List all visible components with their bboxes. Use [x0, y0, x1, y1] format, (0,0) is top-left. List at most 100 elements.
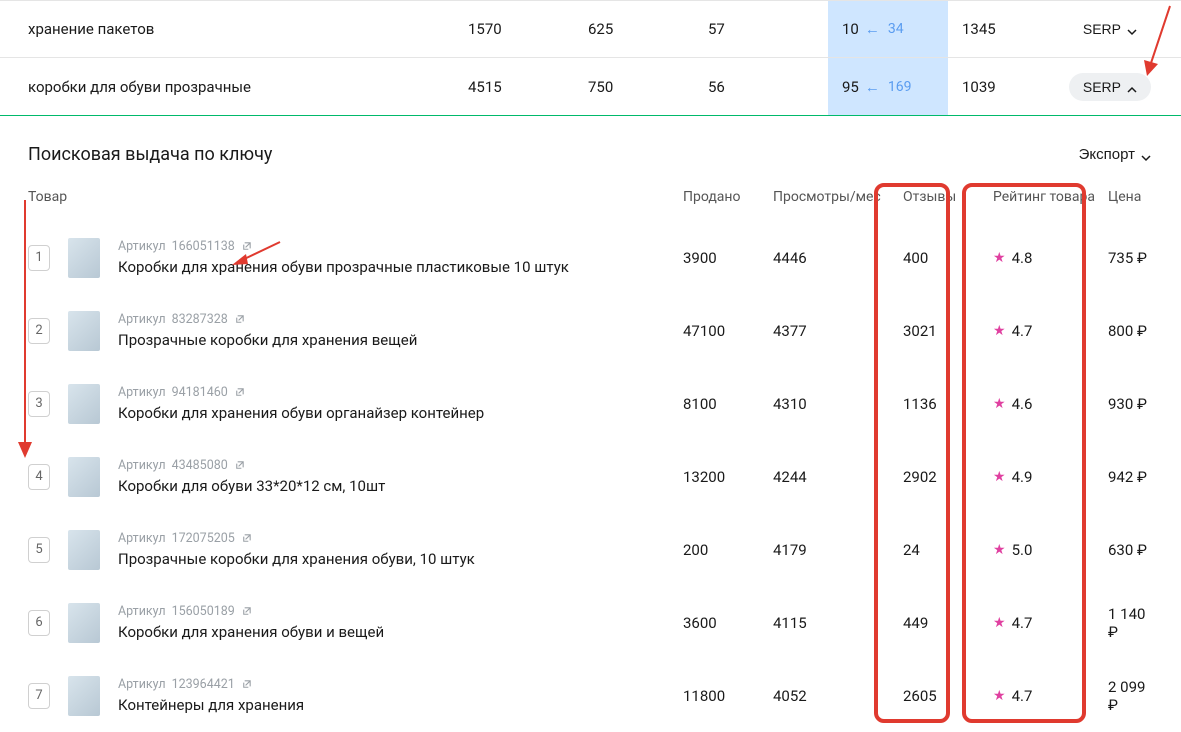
- external-link-icon: [241, 679, 252, 690]
- product-title[interactable]: Контейнеры для хранения: [118, 696, 304, 714]
- serp-toggle-button[interactable]: SERP: [1069, 73, 1151, 101]
- product-sold: 8100: [683, 395, 773, 413]
- sku-value: 166051138: [172, 239, 235, 254]
- product-title[interactable]: Прозрачные коробки для хранения обуви, 1…: [118, 550, 475, 568]
- product-sold: 3600: [683, 614, 773, 632]
- product-rank-badge: 2: [28, 318, 50, 344]
- product-reviews: 449: [903, 614, 993, 632]
- position-previous: 34: [888, 21, 904, 37]
- sku-value: 94181460: [172, 385, 228, 400]
- keyword-metric: 625: [588, 20, 708, 38]
- external-link-icon: [241, 606, 252, 617]
- product-title[interactable]: Коробки для хранения обуви прозрачные пл…: [118, 258, 569, 276]
- product-sold: 200: [683, 541, 773, 559]
- product-title[interactable]: Коробки для хранения обуви и вещей: [118, 623, 384, 641]
- export-button[interactable]: Экспорт: [1079, 146, 1151, 163]
- product-rank-badge: 6: [28, 610, 50, 636]
- keyword-row: хранение пакетов 1570 625 57 10 ← 34 134…: [0, 0, 1181, 58]
- product-views: 4115: [773, 614, 903, 632]
- arrow-left-icon: ←: [865, 20, 880, 38]
- product-row: 7 Артикул 123964421 Контейнеры для хране…: [0, 659, 1181, 732]
- product-views: 4179: [773, 541, 903, 559]
- keyword-metric: 56: [708, 78, 828, 96]
- product-rating: ★ 4.7: [993, 687, 1108, 705]
- product-rating: ★ 4.6: [993, 395, 1108, 413]
- serp-label: SERP: [1083, 21, 1121, 37]
- serp-label: SERP: [1083, 79, 1121, 95]
- external-link-icon: [234, 460, 245, 471]
- keyword-text: коробки для обуви прозрачные: [28, 78, 468, 96]
- star-icon: ★: [993, 323, 1006, 339]
- external-link-icon: [241, 241, 252, 252]
- product-reviews: 1136: [903, 395, 993, 413]
- serp-toggle-button[interactable]: SERP: [1069, 15, 1151, 43]
- product-rank-badge: 1: [28, 245, 50, 271]
- product-price: 630 ₽: [1108, 541, 1151, 559]
- chevron-down-icon: [1141, 150, 1151, 160]
- rating-value: 4.7: [1012, 322, 1033, 340]
- product-title[interactable]: Коробки для хранения обуви органайзер ко…: [118, 404, 484, 422]
- keyword-position-cell: 95 ← 169: [828, 58, 948, 115]
- product-sku-link[interactable]: Артикул 83287328: [118, 312, 417, 327]
- product-row: 5 Артикул 172075205 Прозрачные коробки д…: [0, 513, 1181, 586]
- product-rating: ★ 4.7: [993, 614, 1108, 632]
- product-thumbnail[interactable]: [68, 603, 100, 643]
- product-price: 930 ₽: [1108, 395, 1151, 413]
- product-rank-badge: 3: [28, 391, 50, 417]
- product-row: 2 Артикул 83287328 Прозрачные коробки дл…: [0, 294, 1181, 367]
- sku-value: 83287328: [172, 312, 228, 327]
- product-thumbnail[interactable]: [68, 384, 100, 424]
- product-sku-link[interactable]: Артикул 166051138: [118, 239, 569, 254]
- col-product: Товар: [28, 189, 683, 205]
- product-sku-link[interactable]: Артикул 156050189: [118, 604, 384, 619]
- star-icon: ★: [993, 396, 1006, 412]
- sku-prefix: Артикул: [118, 312, 166, 327]
- product-rank-badge: 5: [28, 537, 50, 563]
- star-icon: ★: [993, 250, 1006, 266]
- product-reviews: 24: [903, 541, 993, 559]
- export-label: Экспорт: [1079, 146, 1135, 163]
- product-row: 3 Артикул 94181460 Коробки для хранения …: [0, 367, 1181, 440]
- product-thumbnail[interactable]: [68, 457, 100, 497]
- product-row: 1 Артикул 166051138 Коробки для хранения…: [0, 221, 1181, 294]
- serp-section-title: Поисковая выдача по ключу: [28, 144, 272, 165]
- rating-value: 4.7: [1012, 614, 1033, 632]
- product-views: 4377: [773, 322, 903, 340]
- sku-prefix: Артикул: [118, 677, 166, 692]
- external-link-icon: [234, 387, 245, 398]
- product-price: 735 ₽: [1108, 249, 1151, 267]
- product-thumbnail[interactable]: [68, 676, 100, 716]
- chevron-up-icon: [1127, 82, 1137, 92]
- product-title[interactable]: Коробки для обуви 33*20*12 см, 10шт: [118, 477, 385, 495]
- rating-value: 4.7: [1012, 687, 1033, 705]
- col-rating: Рейтинг товара: [993, 189, 1108, 205]
- star-icon: ★: [993, 542, 1006, 558]
- product-sku-link[interactable]: Артикул 43485080: [118, 458, 385, 473]
- product-sold: 47100: [683, 322, 773, 340]
- product-reviews: 2902: [903, 468, 993, 486]
- product-rating: ★ 5.0: [993, 541, 1108, 559]
- product-price: 800 ₽: [1108, 322, 1151, 340]
- keyword-position-cell: 10 ← 34: [828, 1, 948, 57]
- product-title[interactable]: Прозрачные коробки для хранения вещей: [118, 331, 417, 349]
- sku-value: 172075205: [172, 531, 235, 546]
- col-reviews: Отзывы: [903, 189, 993, 205]
- product-price: 1 140 ₽: [1108, 605, 1151, 641]
- product-views: 4244: [773, 468, 903, 486]
- sku-value: 43485080: [172, 458, 228, 473]
- product-sku-link[interactable]: Артикул 172075205: [118, 531, 475, 546]
- col-views: Просмотры/мес: [773, 189, 903, 205]
- keyword-row: коробки для обуви прозрачные 4515 750 56…: [0, 58, 1181, 116]
- sku-value: 123964421: [172, 677, 235, 692]
- col-price: Цена: [1108, 189, 1151, 205]
- product-thumbnail[interactable]: [68, 530, 100, 570]
- position-current: 10: [842, 20, 859, 38]
- product-sold: 13200: [683, 468, 773, 486]
- product-thumbnail[interactable]: [68, 311, 100, 351]
- product-sku-link[interactable]: Артикул 123964421: [118, 677, 304, 692]
- product-row: 4 Артикул 43485080 Коробки для обуви 33*…: [0, 440, 1181, 513]
- sku-value: 156050189: [172, 604, 235, 619]
- product-sku-link[interactable]: Артикул 94181460: [118, 385, 484, 400]
- product-views: 4446: [773, 249, 903, 267]
- product-thumbnail[interactable]: [68, 238, 100, 278]
